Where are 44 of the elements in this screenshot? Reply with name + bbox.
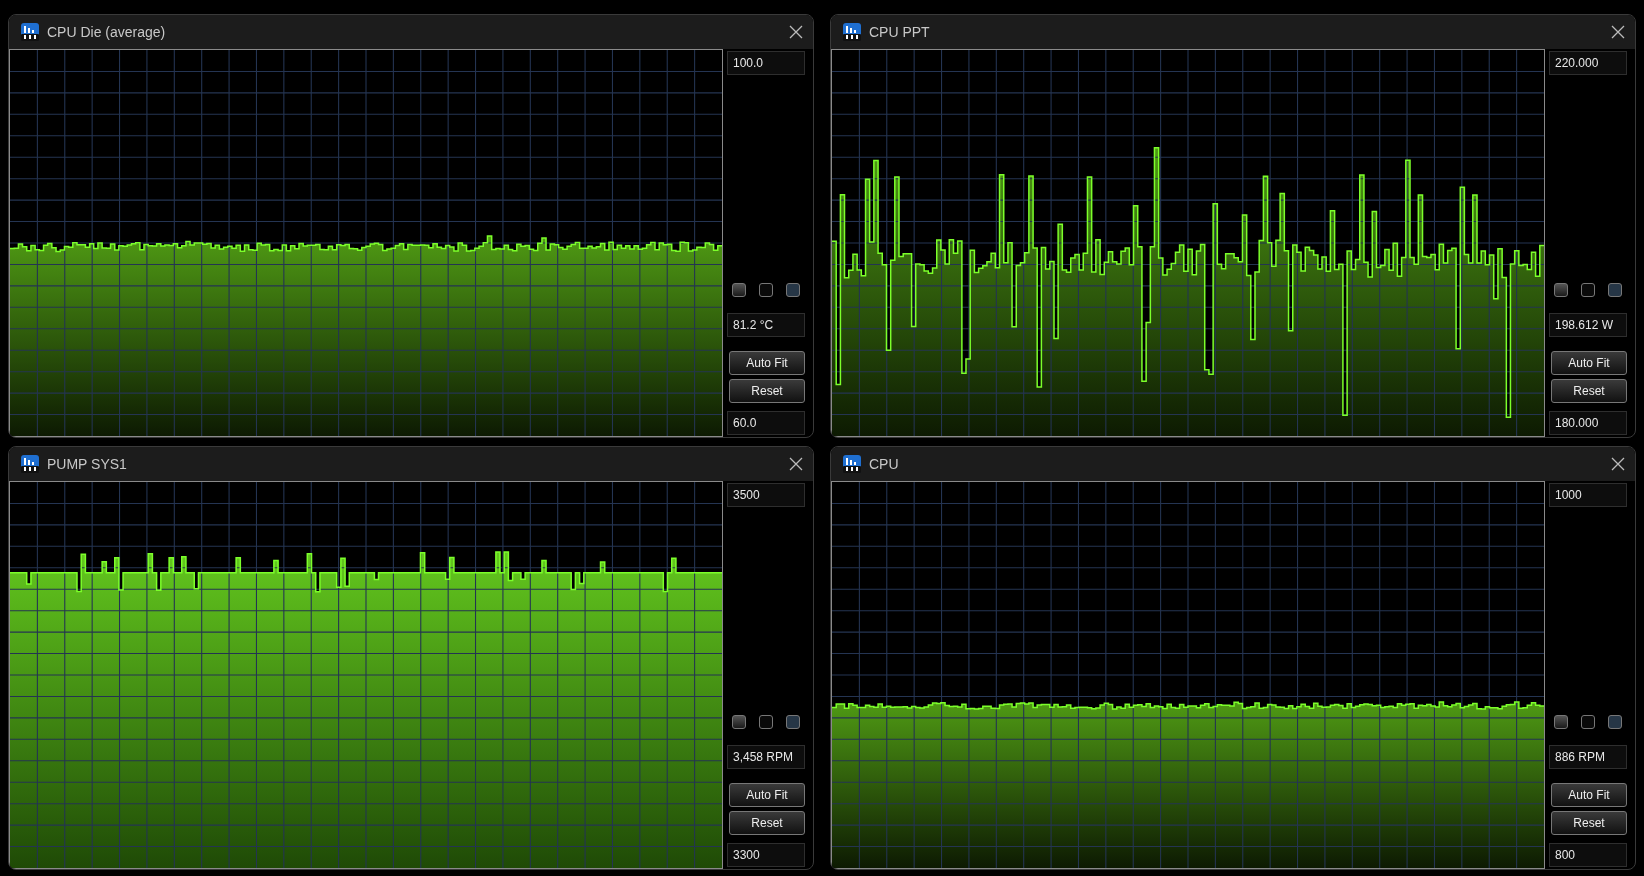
- close-icon[interactable]: [789, 457, 803, 471]
- color-swatch[interactable]: [1581, 283, 1595, 297]
- close-icon[interactable]: [1611, 25, 1625, 39]
- window-title: PUMP SYS1: [47, 456, 128, 472]
- max-field[interactable]: 1000: [1549, 483, 1627, 507]
- auto-fit-button[interactable]: Auto Fit: [1551, 783, 1627, 807]
- color-swatch[interactable]: [759, 283, 773, 297]
- min-field[interactable]: 3300: [727, 843, 805, 867]
- auto-fit-button[interactable]: Auto Fit: [729, 351, 805, 375]
- value-field: 3,458 RPM: [727, 745, 805, 769]
- max-field[interactable]: 100.0: [727, 51, 805, 75]
- value-field: 886 RPM: [1549, 745, 1627, 769]
- reset-button[interactable]: Reset: [1551, 379, 1627, 403]
- reset-button[interactable]: Reset: [1551, 811, 1627, 835]
- value-field: 198.612 W: [1549, 313, 1627, 337]
- color-swatch[interactable]: [759, 715, 773, 729]
- color-swatch[interactable]: [1554, 715, 1568, 729]
- color-swatch[interactable]: [1554, 283, 1568, 297]
- min-field[interactable]: 800: [1549, 843, 1627, 867]
- color-swatch[interactable]: [732, 715, 746, 729]
- color-swatch[interactable]: [1608, 715, 1622, 729]
- color-swatch[interactable]: [1608, 283, 1622, 297]
- app-icon: [21, 23, 39, 41]
- min-field[interactable]: 60.0: [727, 411, 805, 435]
- max-field[interactable]: 220.000: [1549, 51, 1627, 75]
- app-icon: [843, 23, 861, 41]
- window-title: CPU Die (average): [47, 24, 167, 40]
- reset-button[interactable]: Reset: [729, 379, 805, 403]
- value-field: 81.2 °C: [727, 313, 805, 337]
- min-field[interactable]: 180.000: [1549, 411, 1627, 435]
- close-icon[interactable]: [789, 25, 803, 39]
- window-title: CPU PPT: [869, 24, 931, 40]
- max-field[interactable]: 3500: [727, 483, 805, 507]
- reset-button[interactable]: Reset: [729, 811, 805, 835]
- color-swatch[interactable]: [732, 283, 746, 297]
- color-swatch[interactable]: [1581, 715, 1595, 729]
- color-swatch[interactable]: [786, 715, 800, 729]
- auto-fit-button[interactable]: Auto Fit: [729, 783, 805, 807]
- close-icon[interactable]: [1611, 457, 1625, 471]
- window-title: CPU: [869, 456, 900, 472]
- color-swatch[interactable]: [786, 283, 800, 297]
- app-icon: [21, 455, 39, 473]
- app-icon: [843, 455, 861, 473]
- auto-fit-button[interactable]: Auto Fit: [1551, 351, 1627, 375]
